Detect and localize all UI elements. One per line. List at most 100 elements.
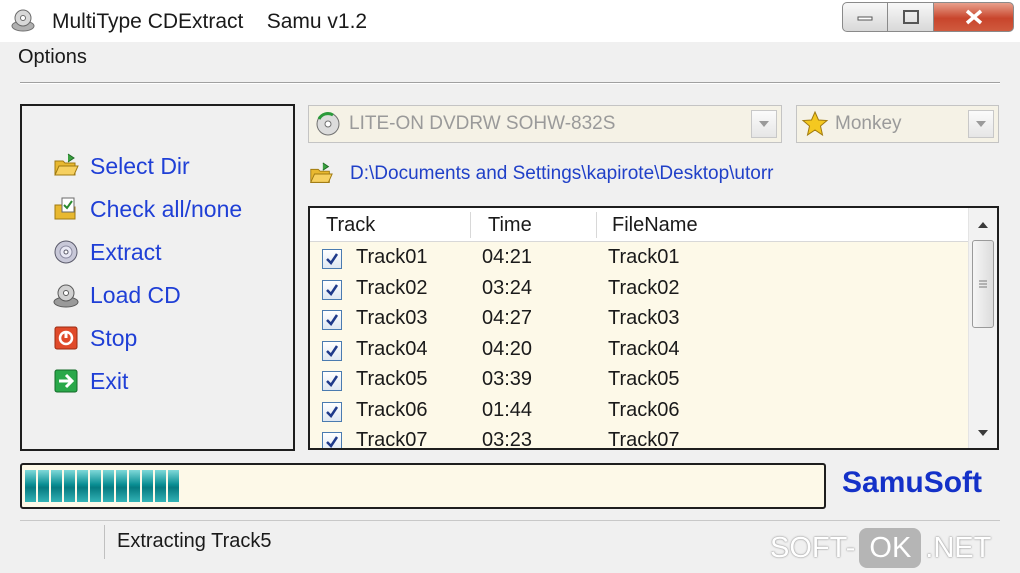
- scroll-down-arrow-icon[interactable]: [975, 424, 991, 442]
- check-all-none-label: Check all/none: [90, 195, 243, 222]
- encoder-dropdown-button[interactable]: [968, 110, 994, 138]
- load-cd-button[interactable]: Load CD: [52, 279, 181, 311]
- star-icon: [801, 110, 829, 138]
- progress-segment: [38, 470, 49, 502]
- window-title: MultiType CDExtract Samu v1.2: [52, 10, 368, 33]
- track-checkbox[interactable]: [322, 279, 342, 300]
- chevron-down-icon: [976, 121, 986, 127]
- track-time-cell: 03:24: [482, 276, 533, 299]
- menu-bar: Options: [0, 42, 1020, 74]
- check-all-none-button[interactable]: Check all/none: [52, 193, 242, 225]
- drive-select-value: LITE-ON DVDRW SOHW-832S: [349, 113, 616, 134]
- select-dir-label: Select Dir: [90, 152, 190, 179]
- table-row[interactable]: Track06 01:44 Track06: [310, 396, 970, 427]
- track-filename-cell: Track06: [608, 398, 680, 421]
- table-row[interactable]: Track07 03:23 Track07: [310, 426, 970, 450]
- menu-options[interactable]: Options: [18, 46, 87, 69]
- track-rows: Track01 04:21 Track01 Track02 03:24 Track02 Tr…: [310, 243, 970, 450]
- folder-open-icon: [52, 152, 80, 180]
- checkmark-icon: [326, 253, 339, 265]
- track-filename-cell: Track02: [608, 276, 680, 299]
- track-time-cell: 04:21: [482, 246, 533, 268]
- column-divider[interactable]: [470, 212, 471, 238]
- table-row[interactable]: Track04 04:20 Track04: [310, 335, 970, 366]
- minimize-button[interactable]: [842, 2, 888, 32]
- progress-segment: [142, 470, 153, 502]
- status-text: Extracting Track5: [117, 530, 272, 552]
- scroll-thumb[interactable]: [972, 240, 994, 328]
- cd-drive-icon: [10, 8, 36, 34]
- track-name-cell: Track06: [356, 398, 428, 421]
- track-checkbox[interactable]: [322, 249, 342, 269]
- output-path[interactable]: D:\Documents and Settings\kapirote\Deskt…: [350, 163, 773, 185]
- track-checkbox[interactable]: [322, 432, 342, 448]
- column-header-time[interactable]: Time: [488, 208, 532, 242]
- track-filename-cell: Track04: [608, 337, 680, 360]
- load-cd-icon: [52, 281, 80, 309]
- output-path-row[interactable]: D:\Documents and Settings\kapirote\Deskt…: [308, 158, 773, 190]
- progress-segment: [155, 470, 166, 502]
- track-checkbox[interactable]: [322, 371, 342, 391]
- progress-segment: [64, 470, 75, 502]
- title-bar: MultiType CDExtract Samu v1.2: [0, 0, 1020, 42]
- track-filename-cell: Track03: [608, 307, 680, 329]
- vertical-scrollbar[interactable]: [968, 208, 997, 448]
- track-time-cell: 01:44: [482, 398, 533, 421]
- exit-label: Exit: [90, 367, 129, 394]
- app-window: MultiType CDExtract Samu v1.2 Options Se…: [0, 0, 1020, 573]
- table-row[interactable]: Track02 03:24 Track02: [310, 274, 970, 305]
- maximize-button[interactable]: [888, 2, 934, 32]
- caption-buttons: [842, 2, 1014, 32]
- track-list-header: Track Time FileName: [310, 208, 970, 242]
- checkmark-icon: [326, 283, 339, 296]
- drive-select[interactable]: LITE-ON DVDRW SOHW-832S: [308, 105, 782, 143]
- column-header-track[interactable]: Track: [326, 208, 375, 242]
- track-name-cell: Track03: [356, 307, 428, 329]
- track-name-cell: Track07: [356, 429, 428, 450]
- disc-icon: [52, 238, 80, 266]
- chevron-down-icon: [759, 121, 769, 127]
- table-row[interactable]: Track05 03:39 Track05: [310, 365, 970, 396]
- track-name-cell: Track02: [356, 276, 428, 299]
- track-list[interactable]: Track Time FileName Track01 04:21 Track01 T…: [308, 206, 999, 450]
- track-checkbox[interactable]: [322, 401, 342, 422]
- column-divider[interactable]: [596, 212, 597, 238]
- stop-button[interactable]: Stop: [52, 322, 137, 354]
- progress-bar: [20, 463, 826, 509]
- table-row[interactable]: Track03 04:27 Track03: [310, 304, 970, 335]
- close-button[interactable]: [934, 2, 1014, 32]
- progress-segment: [90, 470, 101, 502]
- table-row[interactable]: Track01 04:21 Track01: [310, 243, 970, 274]
- track-checkbox[interactable]: [322, 340, 342, 361]
- cd-refresh-icon: [315, 111, 341, 137]
- progress-segment: [129, 470, 140, 502]
- watermark-right: .NET: [925, 531, 992, 564]
- track-time-cell: 04:20: [482, 337, 533, 360]
- select-dir-button[interactable]: Select Dir: [52, 150, 190, 182]
- checklist-icon: [52, 195, 80, 223]
- encoder-select[interactable]: Monkey: [796, 105, 999, 143]
- exit-button[interactable]: Exit: [52, 365, 128, 397]
- progress-segment: [103, 470, 114, 502]
- progress-segment: [77, 470, 88, 502]
- track-filename-cell: Track01: [608, 246, 680, 268]
- scroll-up-arrow-icon[interactable]: [975, 216, 991, 234]
- track-checkbox[interactable]: [322, 310, 342, 330]
- extract-button[interactable]: Extract: [52, 236, 162, 268]
- progress-fill: [25, 470, 821, 502]
- close-icon: [965, 9, 982, 25]
- watermark-left: SOFT-: [770, 531, 856, 564]
- track-filename-cell: Track07: [608, 429, 680, 450]
- status-panel-empty: [20, 525, 105, 559]
- brand-label: SamuSoft: [842, 466, 983, 499]
- drive-dropdown-button[interactable]: [751, 110, 777, 138]
- track-time-cell: 04:27: [482, 307, 533, 329]
- checkmark-icon: [326, 314, 339, 326]
- track-name-cell: Track01: [356, 246, 428, 268]
- track-time-cell: 03:23: [482, 429, 533, 450]
- checkmark-icon: [326, 436, 339, 448]
- extract-label: Extract: [90, 238, 162, 265]
- column-header-filename[interactable]: FileName: [612, 208, 698, 242]
- progress-segment: [116, 470, 127, 502]
- encoder-select-value: Monkey: [835, 113, 902, 134]
